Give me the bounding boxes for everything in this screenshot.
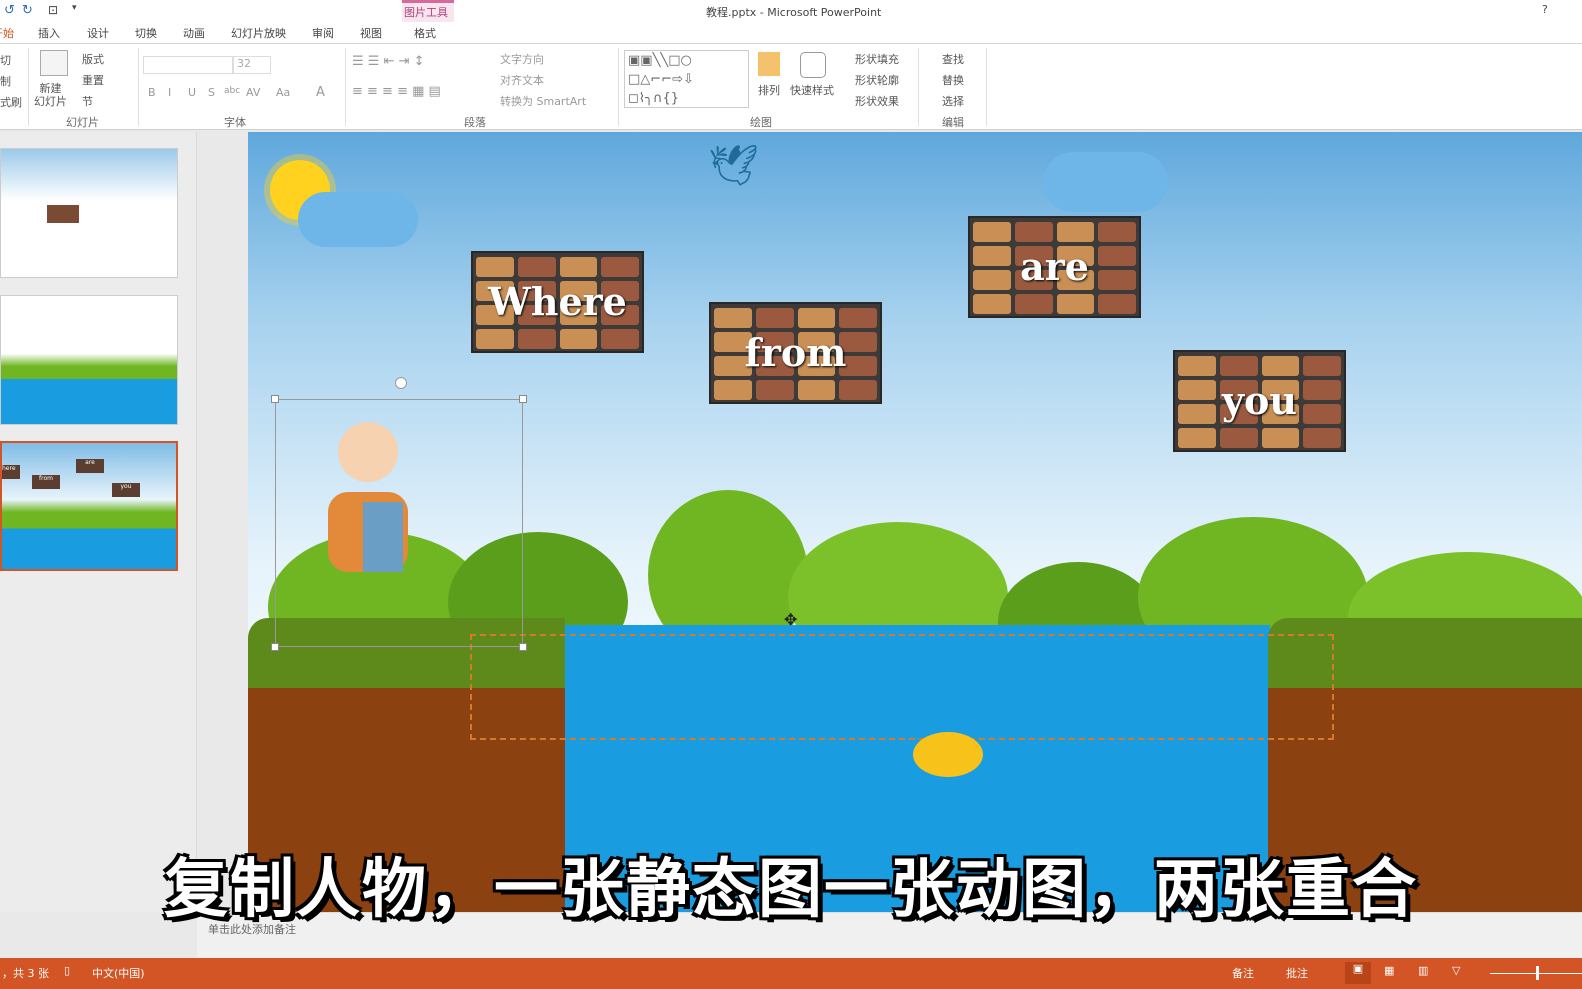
resize-handle[interactable]	[271, 643, 279, 651]
find-button[interactable]: 查找	[942, 51, 964, 67]
language-indicator[interactable]: 中文(中国)	[92, 965, 145, 981]
quick-styles-icon[interactable]	[800, 52, 826, 78]
window-title: 教程.pptx - Microsoft PowerPoint	[706, 6, 882, 19]
brick-word-are[interactable]: are	[968, 216, 1141, 318]
font-size-input[interactable]: 32	[233, 56, 271, 74]
normal-view-icon[interactable]: ▣	[1345, 962, 1371, 984]
drawing-group-label: 绘图	[750, 116, 772, 129]
slideshow-icon[interactable]: ▽	[1452, 964, 1460, 977]
tab-design[interactable]: 设计	[87, 25, 109, 41]
customize-qat-icon[interactable]: ▾	[72, 3, 77, 13]
cut-button[interactable]: 切	[0, 52, 11, 68]
thumb-word: are	[76, 459, 104, 473]
italic-button[interactable]: I	[168, 86, 171, 99]
font-group-label: 字体	[224, 116, 246, 129]
tab-home[interactable]: 开始	[0, 25, 14, 41]
slide-sorter-icon[interactable]: ▦	[1384, 964, 1394, 977]
format-painter-button[interactable]: 式刷	[0, 94, 22, 110]
title-bar: ↺ ↻ ⊡ ▾ 图片工具 教程.pptx - Microsoft PowerPo…	[0, 0, 1582, 44]
undo-icon[interactable]: ↺	[4, 3, 15, 18]
move-cursor-icon: ✥	[784, 610, 798, 629]
tab-animations[interactable]: 动画	[183, 25, 205, 41]
word-label: you	[1221, 378, 1298, 423]
picture-tools-label: 图片工具	[404, 6, 448, 19]
reading-view-icon[interactable]: ▥	[1418, 964, 1428, 977]
selected-character-image[interactable]	[275, 399, 523, 647]
ribbon: 切 制 式刷 新建 幻灯片 版式 重置 节 幻灯片 32 B I U S abc…	[0, 44, 1582, 130]
rotate-handle[interactable]	[395, 377, 407, 389]
change-case-button[interactable]: Aa	[276, 86, 290, 99]
help-button[interactable]: ?	[1542, 3, 1548, 16]
underline-button[interactable]: U	[188, 86, 196, 99]
presentation-icon[interactable]: ⊡	[48, 3, 58, 17]
arrange-icon[interactable]	[758, 52, 780, 76]
birds-image: 🕊	[708, 143, 759, 189]
comments-button[interactable]: 批注	[1286, 965, 1308, 981]
new-slide-icon[interactable]	[40, 50, 68, 76]
slide-thumbnail-2[interactable]	[0, 295, 178, 425]
align-icons[interactable]: ≡ ≡ ≡ ≡ ▦ ▤	[352, 84, 441, 99]
word-label: are	[1020, 244, 1089, 289]
brick-word-where[interactable]: Where	[471, 251, 644, 353]
replace-button[interactable]: 替换	[942, 72, 964, 88]
resize-handle[interactable]	[519, 643, 527, 651]
bullets-icon[interactable]: ☰ ☰ ⇤ ⇥ ↕	[352, 54, 425, 69]
thumb-word: from	[32, 475, 60, 489]
tab-insert[interactable]: 插入	[38, 25, 60, 41]
spellcheck-icon[interactable]: ▯	[64, 964, 70, 977]
tab-review[interactable]: 审阅	[312, 25, 334, 41]
resize-handle[interactable]	[271, 395, 279, 403]
thumb-word: here	[2, 465, 20, 479]
zoom-slider-thumb[interactable]	[1536, 966, 1539, 980]
slide-count: ，共 3 张	[2, 967, 49, 980]
font-name-input[interactable]	[143, 56, 233, 74]
word-label: Where	[488, 279, 627, 324]
video-subtitle: 复制人物，一张静态图一张动图，两张重合	[164, 853, 1418, 927]
shape-effects-button[interactable]: 形状效果	[855, 93, 899, 109]
ribbon-tabs: 开始 插入 设计 切换 动画 幻灯片放映 审阅 视图 格式	[0, 22, 1582, 44]
section-button[interactable]: 节	[82, 93, 93, 109]
shadow-button[interactable]: S	[208, 86, 215, 99]
align-text-button[interactable]: 对齐文本	[500, 72, 544, 88]
slide-thumbnail-1[interactable]	[0, 148, 178, 278]
slides-group-label: 幻灯片	[66, 116, 99, 129]
new-slide-button[interactable]: 新建 幻灯片	[34, 82, 67, 108]
bold-button[interactable]: B	[148, 86, 156, 99]
cloud-image	[1043, 152, 1168, 212]
status-bar: ，共 3 张 ▯ 中文(中国) 备注 批注 ▣ ▦ ▥ ▽	[0, 958, 1582, 989]
tab-slideshow[interactable]: 幻灯片放映	[231, 25, 286, 41]
layout-button[interactable]: 版式	[82, 51, 104, 67]
spacing-button[interactable]: AV	[246, 86, 260, 99]
shape-fill-button[interactable]: 形状填充	[855, 51, 899, 67]
slide-thumbnail-3[interactable]: here from are you	[0, 441, 178, 571]
thumb-word: you	[112, 483, 140, 497]
cloud-image	[298, 192, 418, 247]
tab-transitions[interactable]: 切换	[135, 25, 157, 41]
text-direction-button[interactable]: 文字方向	[500, 51, 544, 67]
redo-icon[interactable]: ↻	[22, 3, 33, 18]
shapes-gallery[interactable]: ▣▣╲╲□○ □△⌐⌐⇨⇩ ◻⌇╮∩{}	[624, 50, 749, 108]
tab-format[interactable]: 格式	[414, 25, 436, 41]
select-button[interactable]: 选择	[942, 93, 964, 109]
shape-outline-button[interactable]: 形状轮廓	[855, 72, 899, 88]
slide-canvas[interactable]: 🕊 Where from are you ✥	[248, 132, 1582, 912]
motion-path[interactable]	[470, 634, 1334, 740]
editing-group-label: 编辑	[942, 116, 964, 129]
tab-view[interactable]: 视图	[360, 25, 382, 41]
paragraph-group-label: 段落	[464, 116, 486, 129]
copy-button[interactable]: 制	[0, 73, 11, 89]
notes-button[interactable]: 备注	[1232, 965, 1254, 981]
slide-thumbnails-pane: here from are you	[0, 132, 197, 912]
brick-word-you[interactable]: you	[1173, 350, 1346, 452]
smartart-button[interactable]: 转换为 SmartArt	[500, 93, 586, 109]
brick-word-from[interactable]: from	[709, 302, 882, 404]
font-color-button[interactable]: A	[316, 85, 325, 100]
reset-button[interactable]: 重置	[82, 72, 104, 88]
fish-image	[913, 732, 983, 777]
arrange-button[interactable]: 排列	[758, 82, 780, 98]
word-label: from	[744, 330, 847, 375]
quick-styles-button[interactable]: 快速样式	[790, 82, 834, 98]
strikethrough-button[interactable]: abc	[224, 86, 240, 96]
resize-handle[interactable]	[519, 395, 527, 403]
